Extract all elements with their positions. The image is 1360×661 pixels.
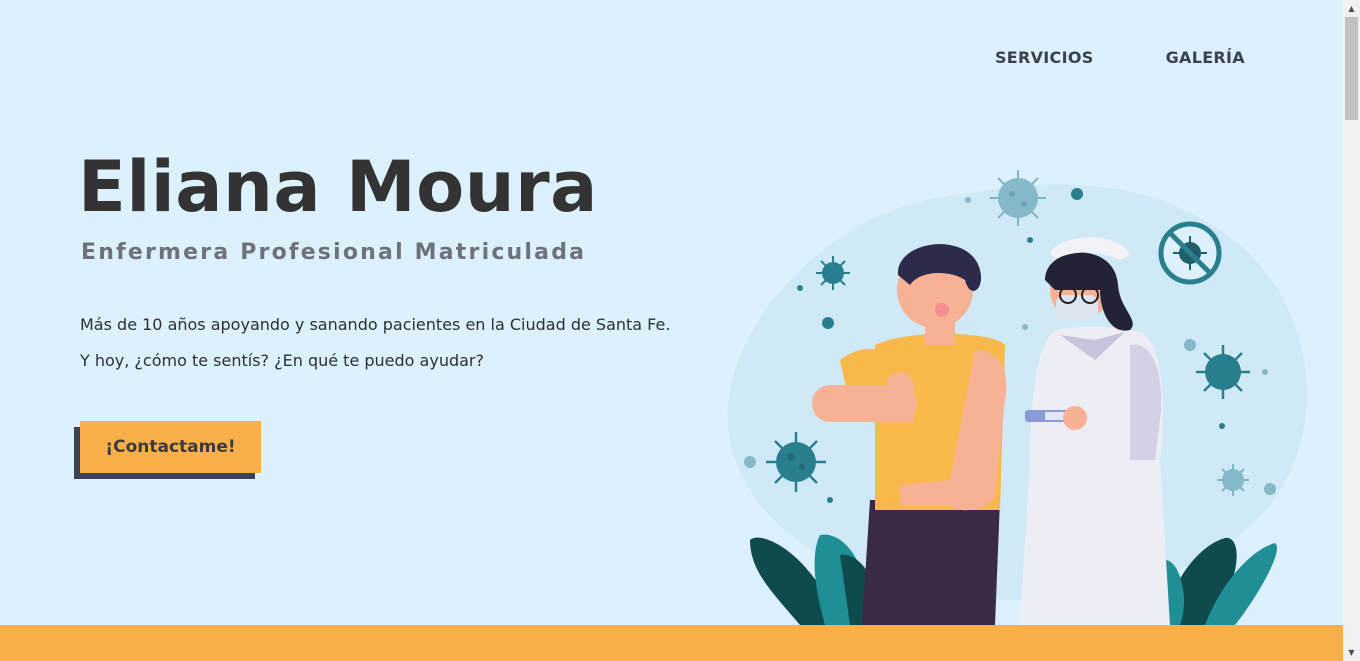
page: SERVICIOS GALERÍA Eliana Moura Enfermera… bbox=[0, 0, 1343, 661]
virus-icon bbox=[766, 432, 826, 492]
nav-link-servicios[interactable]: SERVICIOS bbox=[995, 48, 1094, 67]
no-virus-icon bbox=[1158, 221, 1222, 285]
scroll-thumb[interactable] bbox=[1345, 17, 1358, 120]
scroll-down-arrow-icon[interactable]: ▼ bbox=[1343, 644, 1360, 661]
virus-icon bbox=[1196, 345, 1250, 399]
hero-title: Eliana Moura bbox=[78, 146, 598, 228]
virus-icon bbox=[990, 170, 1046, 226]
hero-description-line-2: Y hoy, ¿cómo te sentís? ¿En qué te puedo… bbox=[80, 351, 484, 370]
nurse-vaccination-illustration bbox=[727, 170, 1307, 625]
vertical-scrollbar[interactable]: ▲ ▼ bbox=[1343, 0, 1360, 661]
hero-subtitle: Enfermera Profesional Matriculada bbox=[81, 240, 587, 265]
hero-description-line-1: Más de 10 años apoyando y sanando pacien… bbox=[80, 315, 671, 334]
top-nav: SERVICIOS GALERÍA bbox=[995, 48, 1245, 67]
virus-icon bbox=[816, 256, 850, 290]
contact-button[interactable]: ¡Contactame! bbox=[80, 421, 261, 473]
scroll-up-arrow-icon[interactable]: ▲ bbox=[1343, 0, 1360, 17]
nav-link-galeria[interactable]: GALERÍA bbox=[1166, 48, 1245, 67]
bottom-accent-band bbox=[0, 625, 1343, 661]
